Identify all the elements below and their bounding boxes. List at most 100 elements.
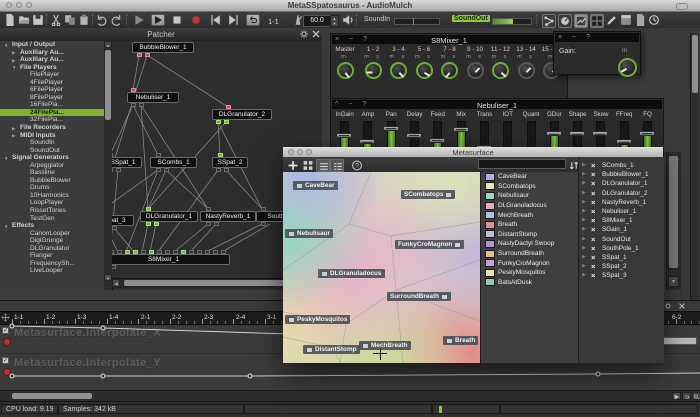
surface-snapshot-label-peskymosquitos[interactable]: PeskyMosquitos xyxy=(285,315,350,324)
snapshot-item-dlgranuladocus[interactable]: DLGranuladocus xyxy=(481,201,579,211)
patcher-node-bubbleblower_1[interactable]: BubbleBlower_1 xyxy=(132,42,194,53)
panel-header-controls[interactable]: ^ − ? xyxy=(335,99,370,110)
patcher-node-scombs_1[interactable]: SCombs_1 xyxy=(150,157,197,168)
tempo-spinner[interactable]: ▲▼ xyxy=(330,15,339,27)
slider-handle[interactable] xyxy=(406,133,422,138)
snapshot-item-scombatops[interactable]: SCombatops xyxy=(481,182,579,192)
metasurface-surface[interactable]: CaveBearSCombatopsNebulisaurFunkyCroMagn… xyxy=(283,172,480,363)
channel-knob[interactable] xyxy=(467,62,484,79)
redo-icon[interactable] xyxy=(110,14,122,26)
surface-snapshot-label-surroundbreath[interactable]: SurroundBreath xyxy=(387,292,451,301)
tree-item-frequencysh-[interactable]: FrequencySh... xyxy=(0,260,104,268)
lane-x-record-dot[interactable] xyxy=(3,338,11,346)
mute-solo-switches[interactable]: m s xyxy=(361,54,385,61)
output-port[interactable] xyxy=(112,168,113,172)
expander-icon[interactable]: ▶ xyxy=(582,262,586,271)
tempo-field[interactable]: 60.0 xyxy=(303,15,331,27)
tree-item-signal-generators[interactable]: ▼Signal Generators xyxy=(0,154,104,162)
tree-item-fileplayer[interactable]: FilePlayer xyxy=(0,71,104,79)
expander-icon[interactable]: ▶ xyxy=(582,170,586,179)
tree-item-soundout[interactable]: SoundOut xyxy=(0,147,104,155)
output-port[interactable] xyxy=(216,120,221,124)
tree-item-bassline[interactable]: Bassline xyxy=(0,169,104,177)
snapshot-item-funkycromagnon[interactable]: FunkyCroMagnon xyxy=(481,258,579,268)
lane-y-record-dot[interactable] xyxy=(3,368,11,376)
channel-knob[interactable] xyxy=(441,62,458,79)
expander-icon[interactable]: ▶ xyxy=(582,179,586,188)
panel-header-controls[interactable]: × − ? xyxy=(335,34,371,45)
output-port[interactable] xyxy=(139,103,144,107)
input-port[interactable] xyxy=(221,250,226,254)
channel-knob[interactable] xyxy=(390,62,407,79)
contraption-item-s8mixer_1[interactable]: ▶×S8Mixer_1 xyxy=(579,216,664,225)
slider-handle[interactable] xyxy=(359,139,375,144)
output-port[interactable] xyxy=(224,168,229,172)
panel-header-controls[interactable]: × − ? xyxy=(558,32,594,43)
input-port[interactable] xyxy=(112,250,114,254)
slider-handle[interactable] xyxy=(592,131,608,136)
forward-icon[interactable] xyxy=(227,14,241,26)
snapshot-item-nebulisaur[interactable]: Nebulisaur xyxy=(481,191,579,201)
output-port[interactable] xyxy=(206,222,211,226)
contraption-item-sspat_1[interactable]: ▶×SSpat_1 xyxy=(579,253,664,262)
contraption-item-sspat_3[interactable]: ▶×SSpat_3 xyxy=(579,271,664,280)
contraption-item-dlgranulator_1[interactable]: ▶×DLGranulator_1 xyxy=(579,179,664,188)
loop-small-icon[interactable] xyxy=(682,392,691,400)
snapshot-item-cavebear[interactable]: CaveBear xyxy=(481,172,579,182)
input-port[interactable] xyxy=(117,250,122,254)
surface-snapshot-label-funkycromagnon[interactable]: FunkyCroMagnon xyxy=(395,240,464,249)
copy-icon[interactable] xyxy=(64,14,76,26)
mute-solo-switches[interactable]: m s xyxy=(412,54,436,61)
mute-solo-switches[interactable]: m s xyxy=(438,54,462,61)
mute-solo-switches[interactable]: m s xyxy=(489,54,513,61)
paste-icon[interactable] xyxy=(78,14,90,26)
exclude-x-icon[interactable]: × xyxy=(591,253,595,262)
output-port[interactable] xyxy=(214,222,219,226)
input-port[interactable] xyxy=(149,250,154,254)
tree-item-digigrunge[interactable]: DigiGrunge xyxy=(0,237,104,245)
tree-item-24filepla-[interactable]: 24FilePla... xyxy=(0,109,104,117)
tree-item-auxiliary-au-[interactable]: ▶Auxiliary Au... xyxy=(0,56,104,64)
tree-item-file-players[interactable]: ▼File Players xyxy=(0,64,104,72)
stop-icon[interactable] xyxy=(170,14,184,26)
list-view-icon[interactable] xyxy=(316,159,330,172)
input-port[interactable] xyxy=(189,250,194,254)
exclude-x-icon[interactable]: × xyxy=(591,161,595,170)
snapshot-item-nastydactyl-swoop[interactable]: NastyDactyl Swoop xyxy=(481,239,579,249)
tree-item-flanger[interactable]: Flanger xyxy=(0,252,104,260)
contraption-item-southpole_1[interactable]: ▶×SouthPole_1 xyxy=(579,244,664,253)
exclude-x-icon[interactable]: × xyxy=(591,235,595,244)
new-file-icon[interactable] xyxy=(4,14,16,26)
slider-handle[interactable] xyxy=(453,127,469,132)
exclude-x-icon[interactable]: × xyxy=(591,271,595,280)
slider-handle[interactable] xyxy=(639,131,655,136)
surface-snapshot-label-cavebear[interactable]: CaveBear xyxy=(293,181,338,190)
input-port[interactable] xyxy=(165,250,170,254)
patcher-node-sspat_3[interactable]: SSpat_3 xyxy=(112,215,134,226)
output-port[interactable] xyxy=(116,168,121,172)
expander-icon[interactable]: ▶ xyxy=(582,161,586,170)
tree-item-drums[interactable]: Drums xyxy=(0,184,104,192)
exclude-x-icon[interactable]: × xyxy=(591,207,595,216)
input-port[interactable] xyxy=(157,250,162,254)
output-port[interactable] xyxy=(216,168,221,172)
snapshot-item-mechbreath[interactable]: MechBreath xyxy=(481,210,579,220)
tree-item-32filepla-[interactable]: 32FilePla... xyxy=(0,116,104,124)
document-icon[interactable] xyxy=(634,14,646,26)
contraption-item-nebuliser_1[interactable]: ▶×Nebuliser_1 xyxy=(579,207,664,216)
gain-panel-header[interactable]: × − ? xyxy=(554,32,640,43)
output-port[interactable] xyxy=(145,53,150,57)
contraption-item-nastyreverb_1[interactable]: ▶×NastyReverb_1 xyxy=(579,198,664,207)
mute-solo-switches[interactable]: m s xyxy=(514,54,538,61)
slider-handle[interactable] xyxy=(383,126,399,131)
slider-handle[interactable] xyxy=(569,131,585,136)
gear-icon[interactable] xyxy=(299,29,309,39)
slider-handle[interactable] xyxy=(336,133,352,138)
snapshot-item-distantstomp[interactable]: DistantStomp xyxy=(481,230,579,240)
input-port[interactable] xyxy=(261,207,266,211)
input-port[interactable] xyxy=(205,250,210,254)
gear-icon[interactable] xyxy=(664,302,672,310)
input-port[interactable] xyxy=(156,153,161,157)
lane-x-enable-checkbox[interactable]: ✓ xyxy=(2,327,9,334)
nebuliser-panel-header[interactable]: ^ − ? Nebuliser_1 xyxy=(331,99,663,110)
